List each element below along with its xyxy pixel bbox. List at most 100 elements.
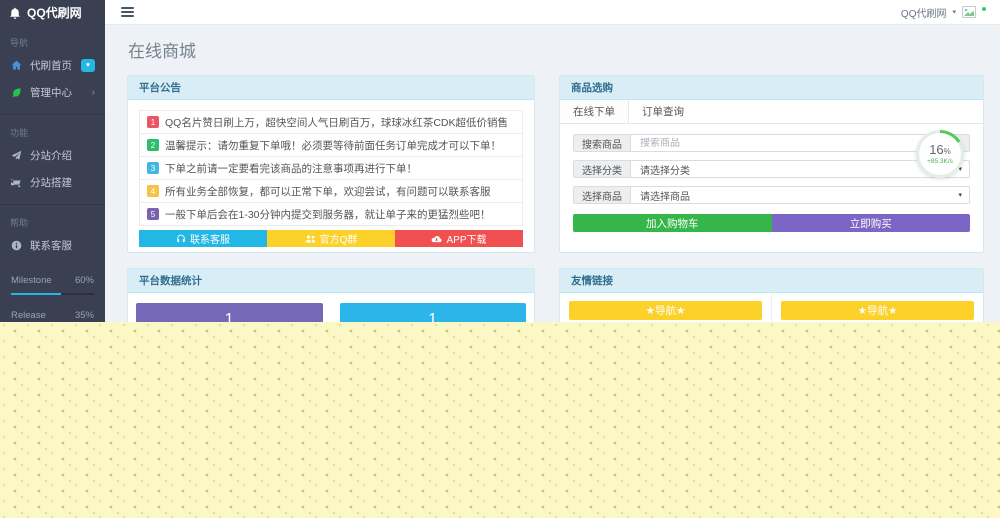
button-label: 官方Q群 [319,235,358,246]
progress-speed: +85.3K/s [927,158,953,165]
category-value: 请选择分类 [640,165,690,177]
announcement-text: QQ名片赞日刷上万，超快空间人气日刷百万，球球冰红茶CDK超低价销售 [165,116,509,129]
sidebar-item-intro[interactable]: 分站介绍 [0,142,105,169]
category-label: 选择分类 [574,161,631,177]
product-select-group: 选择商品 请选择商品 ▾ [573,186,970,204]
leaf-icon [10,87,23,98]
page-load-progress-circle: 16% +85.3K/s [916,130,964,178]
button-label: APP下载 [446,235,487,246]
button-label: 联系客服 [190,235,230,246]
online-status-dot [982,7,986,11]
nav-section-label: 功能 [0,114,105,142]
panel-header: 平台公告 [128,76,534,100]
progress-value: 35% [74,310,94,321]
bell-icon [10,7,20,19]
announcement-panel: 平台公告 1 QQ名片赞日刷上万，超快空间人气日刷百万，球球冰红茶CDK超低价销… [127,75,535,253]
paper-plane-icon [10,150,23,161]
number-badge: 4 [147,185,159,197]
progress-label: Milestone [11,275,52,286]
progress-milestone: Milestone 60% [11,275,94,295]
announcement-text: 下单之前请一定要看完该商品的注意事项再进行下单！ [165,162,417,175]
brand-logo[interactable]: QQ代刷网 [0,0,105,25]
sidebar-item-label: 代刷首页 [30,60,72,72]
sidebar-progress-block: Milestone 60% Release 35% [0,259,105,322]
stats-panel: 平台数据统计 1 1 [127,268,535,322]
sidebar-item-home[interactable]: 代刷首页 ♥ [0,52,105,79]
sidebar-item-build[interactable]: 分站搭建 [0,169,105,196]
announcement-text: 所有业务全部恢复，都可以正常下单，欢迎尝试，有问题可以联系客服 [165,185,491,198]
app-window: QQ代刷网 导航 代刷首页 ♥ 管理中心 › 功能 分站介绍 分站搭建 帮助 联… [0,0,1000,322]
cart-icon [10,177,23,188]
contact-service-button[interactable]: 联系客服 [139,230,267,247]
home-icon [10,60,23,71]
stat-box: 1 [339,303,526,322]
number-badge: 5 [147,208,159,220]
cloud-download-icon [432,235,442,242]
panel-header: 友情链接 [560,269,983,293]
sidebar-toggle-icon[interactable] [121,7,134,17]
sidebar-item-admin[interactable]: 管理中心 › [0,79,105,106]
panel-header: 商品选购 [560,76,983,100]
user-name[interactable]: QQ代刷网 [901,5,947,20]
headset-icon [177,234,185,242]
caret-down-icon: ▾ [958,192,962,199]
announcement-text: 一般下单后会在1-30分钟内提交到服务器，就让单子来的更猛烈些吧！ [165,208,491,221]
buy-now-button[interactable]: 立即购买 [771,214,970,232]
users-icon [305,234,315,242]
chevron-right-icon: › [91,86,95,98]
heart-badge: ♥ [80,59,95,72]
number-badge: 1 [147,116,159,128]
product-value: 请选择商品 [640,191,690,203]
announcement-text: 温馨提示：请勿重复下单哦！必须要等待前面任务订单完成才可以下单！ [165,139,501,152]
sidebar-item-label: 管理中心 [30,87,72,99]
panel-header: 平台数据统计 [128,269,534,293]
official-qq-group-button[interactable]: 官方Q群 [267,230,395,247]
stat-box: 1 [136,303,323,322]
add-to-cart-button[interactable]: 加入购物车 [573,214,772,232]
progress-release: Release 35% [11,310,94,322]
product-select[interactable]: 请选择商品 ▾ [631,187,969,203]
topbar: QQ代刷网 ▾ [105,0,1000,25]
category-select-group: 选择分类 请选择分类 ▾ [573,160,970,178]
progress-percent: 16 [929,142,944,157]
sidebar-item-label: 分站介绍 [30,150,72,162]
announcement-item[interactable]: 4 所有业务全部恢复，都可以正常下单，欢迎尝试，有问题可以联系客服 [140,180,522,203]
announcement-list: 1 QQ名片赞日刷上万，超快空间人气日刷百万，球球冰红茶CDK超低价销售 2 温… [139,110,523,226]
brand-title: QQ代刷网 [27,6,82,20]
sidebar-item-label: 分站搭建 [30,177,72,189]
number-badge: 3 [147,162,159,174]
broken-image-icon [962,6,976,18]
nav-section-label: 导航 [10,38,29,48]
search-label: 搜索商品 [574,135,631,151]
announcement-item[interactable]: 1 QQ名片赞日刷上万，超快空间人气日刷百万，球球冰红茶CDK超低价销售 [140,111,522,134]
progress-track [11,293,94,295]
friend-link-button[interactable]: ★导航★ [781,301,974,320]
search-product-group: 搜索商品 [573,134,970,152]
info-circle-icon [10,240,23,251]
progress-fill [11,293,61,295]
nav-section-label: 帮助 [0,204,105,232]
sidebar-item-service[interactable]: 联系客服 [0,232,105,259]
caret-down-icon: ▾ [952,9,956,16]
main-area: QQ代刷网 ▾ 在线商城 平台公告 1 QQ名片赞日刷上万，超快空间人气日刷百万… [105,0,1000,322]
sidebar-item-label: 联系客服 [30,240,72,252]
announcement-item[interactable]: 3 下单之前请一定要看完该商品的注意事项再进行下单！ [140,157,522,180]
announcement-item[interactable]: 2 温馨提示：请勿重复下单哦！必须要等待前面任务订单完成才可以下单！ [140,134,522,157]
friend-link-button[interactable]: ★导航★ [569,301,762,320]
app-download-button[interactable]: APP下载 [395,230,523,247]
search-input[interactable] [640,137,932,149]
page-title: 在线商城 [128,42,196,61]
links-panel: 友情链接 ★导航★ ★导航★ [559,268,984,322]
shop-tabs: 在线下单 订单查询 [560,100,983,124]
progress-label: Release [11,310,46,321]
sidebar: QQ代刷网 导航 代刷首页 ♥ 管理中心 › 功能 分站介绍 分站搭建 帮助 联… [0,0,105,322]
announcement-item[interactable]: 5 一般下单后会在1-30分钟内提交到服务器，就让单子来的更猛烈些吧！ [140,203,522,226]
tab-online-order[interactable]: 在线下单 [560,100,629,123]
percent-sign: % [943,147,951,156]
product-label: 选择商品 [574,187,631,203]
number-badge: 2 [147,139,159,151]
user-menu[interactable]: QQ代刷网 ▾ [901,5,986,20]
content: 在线商城 平台公告 1 QQ名片赞日刷上万，超快空间人气日刷百万，球球冰红茶CD… [105,25,1000,322]
progress-value: 60% [74,275,94,286]
tab-order-query[interactable]: 订单查询 [629,100,697,123]
